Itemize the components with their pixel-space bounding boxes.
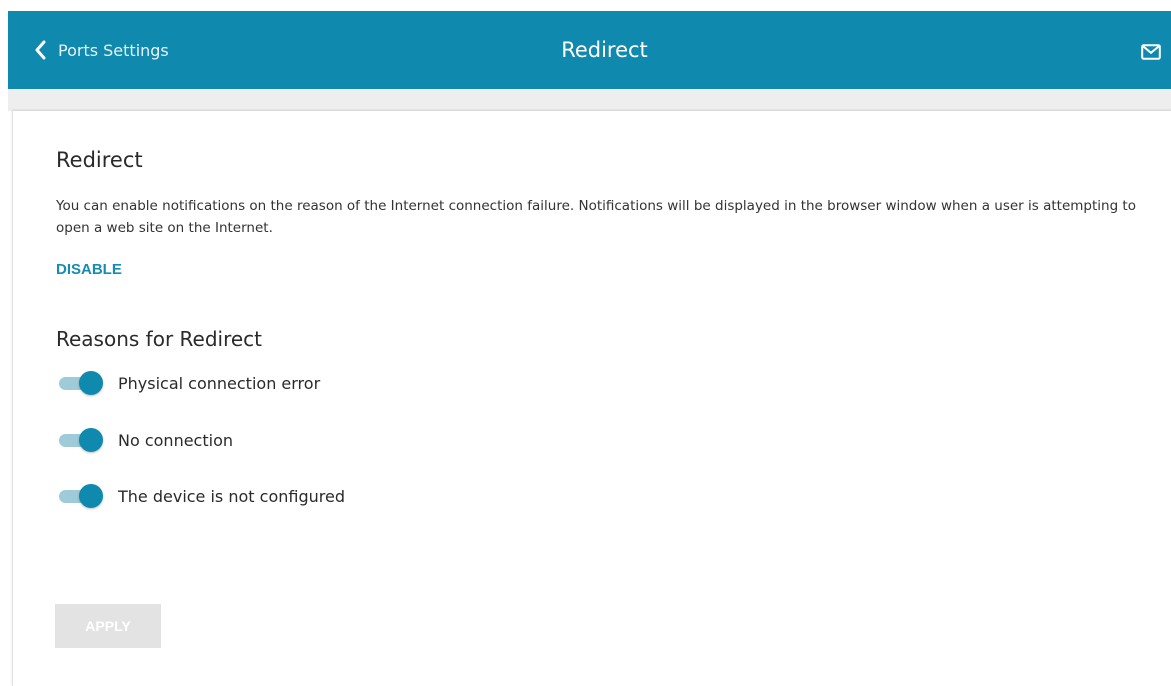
- redirect-page: Ports Settings Redirect Redirect You can…: [0, 0, 1171, 686]
- reason-label: No connection: [118, 430, 233, 450]
- header-gap-band: [8, 89, 1171, 111]
- toggle-switch[interactable]: [59, 427, 103, 453]
- toggle-knob: [79, 371, 103, 395]
- toggle-knob: [79, 484, 103, 508]
- reasons-title: Reasons for Redirect: [56, 327, 263, 351]
- section-description: You can enable notifications on the reas…: [56, 198, 1136, 236]
- reason-label: The device is not configured: [118, 486, 345, 506]
- toggle-knob: [79, 428, 103, 452]
- section-title: Redirect: [56, 148, 143, 172]
- reason-row-physical-connection-error: Physical connection error: [59, 370, 320, 396]
- toggle-switch[interactable]: [59, 483, 103, 509]
- disable-button[interactable]: DISABLE: [56, 261, 122, 278]
- reason-row-no-connection: No connection: [59, 427, 233, 453]
- page-title: Redirect: [561, 38, 648, 62]
- envelope-icon[interactable]: [1141, 44, 1161, 60]
- redirect-card: Redirect You can enable notifications on…: [12, 111, 1171, 686]
- apply-button[interactable]: APPLY: [55, 604, 161, 648]
- top-header-bar: Ports Settings Redirect: [8, 11, 1171, 89]
- reason-row-device-not-configured: The device is not configured: [59, 483, 345, 509]
- toggle-switch[interactable]: [59, 370, 103, 396]
- reason-label: Physical connection error: [118, 373, 321, 393]
